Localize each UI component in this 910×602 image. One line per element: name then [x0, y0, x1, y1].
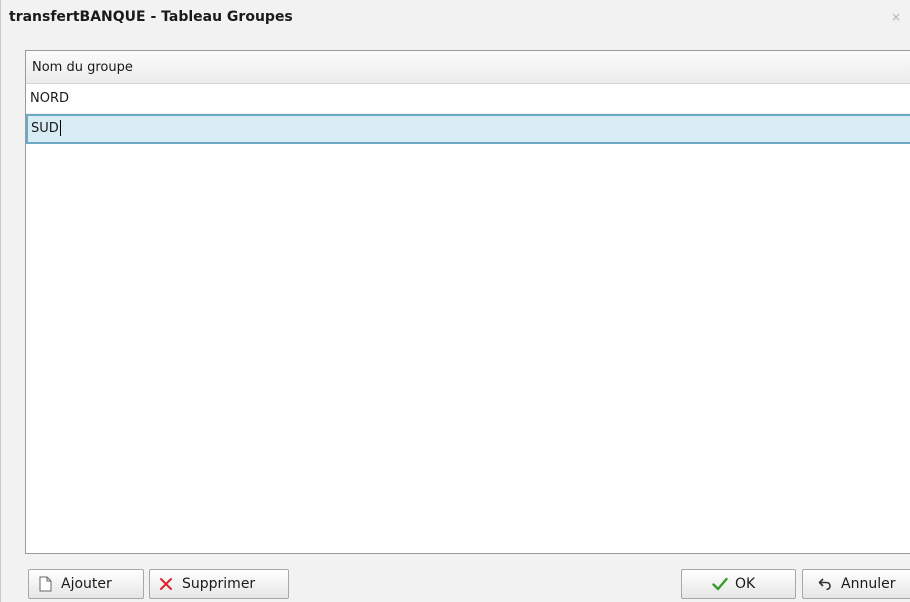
cell-group-name-value[interactable]: SUD — [31, 121, 59, 136]
undo-arrow-icon — [817, 575, 833, 593]
ok-button[interactable]: OK — [681, 569, 796, 599]
ok-button-label: OK — [735, 576, 756, 592]
delete-button[interactable]: Supprimer — [149, 569, 289, 599]
close-icon[interactable]: × — [889, 10, 903, 24]
table-row-selected[interactable]: SUD — [26, 114, 910, 144]
cancel-button[interactable]: Annuler — [802, 569, 910, 599]
new-document-icon — [37, 575, 53, 593]
red-x-icon — [158, 575, 174, 593]
add-button[interactable]: Ajouter — [28, 569, 144, 599]
text-caret — [59, 119, 61, 136]
table-row[interactable]: NORD — [26, 84, 910, 114]
title-bar[interactable]: transfertBANQUE - Tableau Groupes × — [1, 0, 910, 38]
window-title: transfertBANQUE - Tableau Groupes — [9, 9, 293, 25]
dialog-window: transfertBANQUE - Tableau Groupes × Nom … — [0, 0, 910, 602]
cell-group-name-editor[interactable]: SUD — [31, 116, 61, 142]
delete-button-label: Supprimer — [182, 576, 256, 592]
cancel-button-label: Annuler — [841, 576, 896, 592]
add-button-label: Ajouter — [61, 576, 112, 592]
cell-group-name[interactable]: NORD — [30, 91, 69, 106]
green-checkmark-icon — [712, 575, 728, 593]
button-bar: Ajouter Supprimer OK Annuler — [1, 560, 910, 602]
column-header-nom-du-groupe[interactable]: Nom du groupe — [26, 51, 910, 84]
groups-table: Nom du groupe NORD SUD — [25, 50, 910, 554]
